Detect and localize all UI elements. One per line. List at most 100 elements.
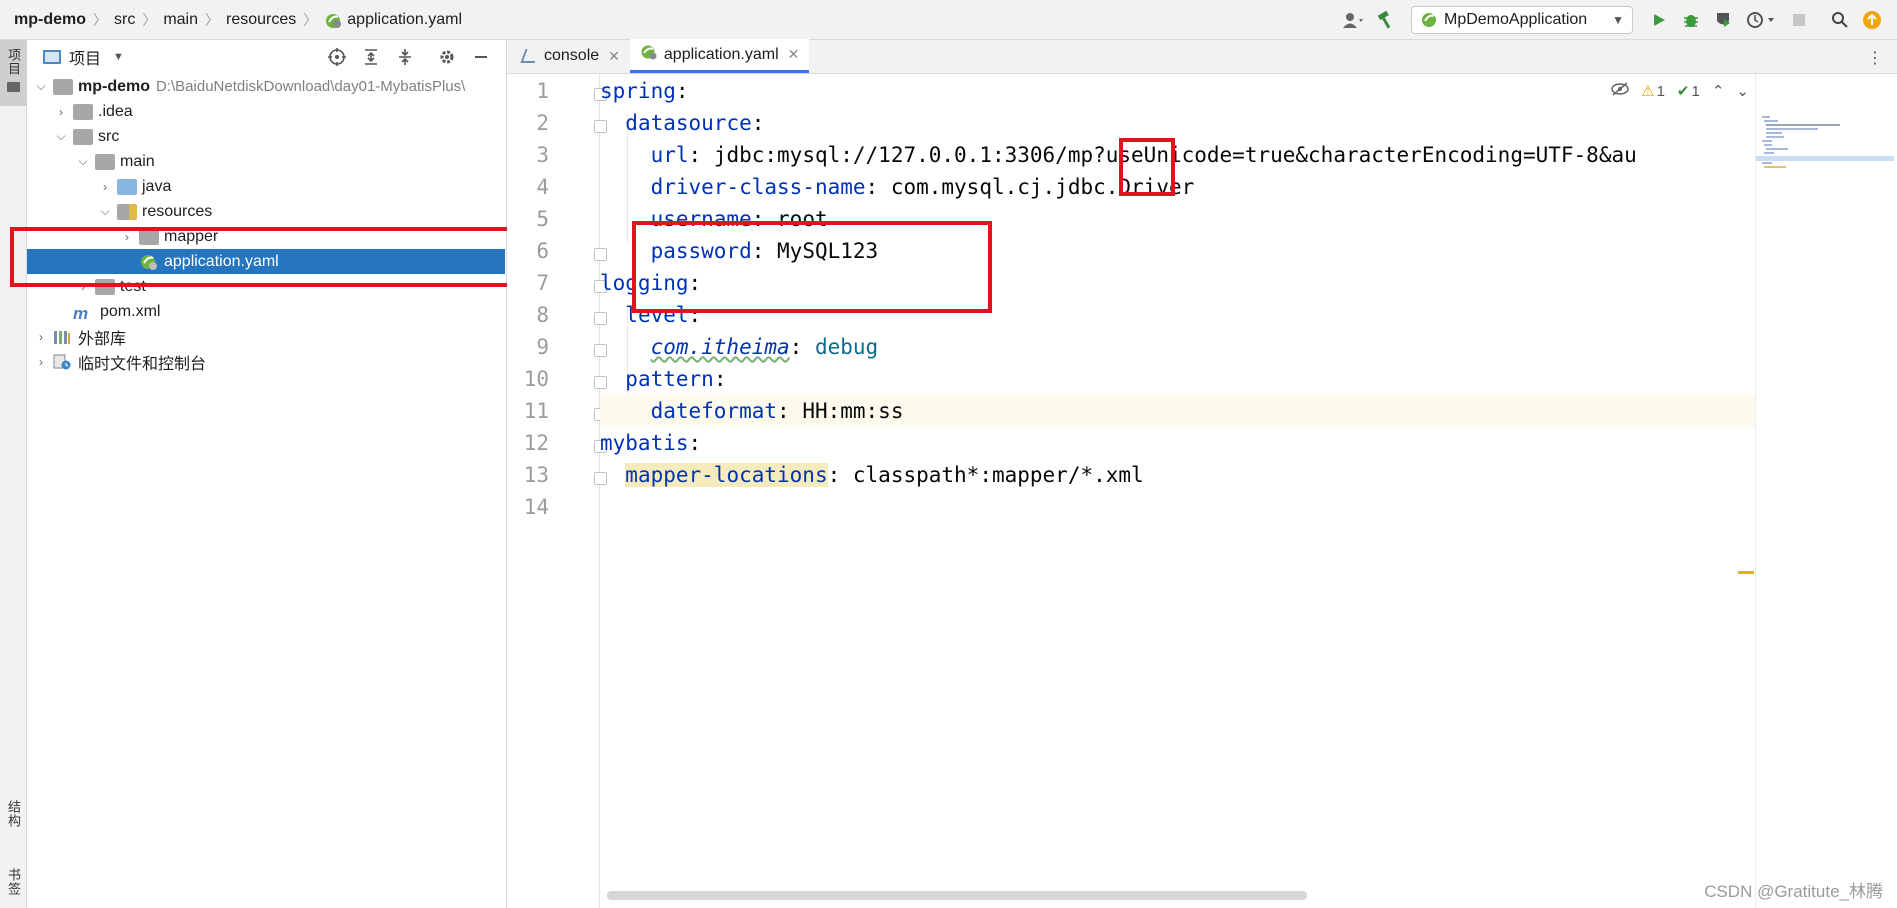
chevron-down-icon[interactable]: ▼ [113,51,124,63]
line-number: 3 [536,143,549,167]
close-icon[interactable]: ✕ [608,48,620,65]
folder-icon [73,128,93,145]
chevron-right-icon[interactable]: › [119,229,135,245]
minimap-line [1766,148,1788,150]
search-icon[interactable] [1829,9,1851,31]
line-number: 14 [523,495,549,519]
tool-tab-bookmarks-label: 书签 [6,868,21,896]
tree-item-label: mapper [164,227,219,245]
debug-icon[interactable] [1680,9,1702,31]
breadcrumb-project[interactable]: mp-demo [14,11,86,29]
gear-icon[interactable] [436,46,458,68]
editor-area: console ✕ application.yaml ✕ ⋮ ⚠ 1 ✔ 1 ⌃… [507,39,1897,908]
tree-item-pom-xml[interactable]: m pom.xml [27,299,505,324]
project-panel-header: 项目 ▼ [27,40,506,74]
yaml-key: com.itheima [650,335,790,359]
maven-icon: m [73,303,89,323]
tree-item-label: main [120,152,155,170]
stop-icon[interactable] [1788,9,1810,31]
tree-item-mapper[interactable]: › mapper [27,224,505,249]
tree-item-idea[interactable]: › .idea [27,99,505,124]
minimap-line [1764,152,1774,154]
breadcrumb-resources[interactable]: resources [226,11,296,29]
colon: : [865,175,891,199]
code-line-11: dateformat: HH:mm:ss [600,395,1762,427]
collapse-all-icon[interactable] [394,46,416,68]
chevron-down-icon[interactable]: ⌵ [75,154,91,170]
colon: : [675,79,689,103]
project-panel-title[interactable]: 项目 [69,45,101,69]
spring-boot-icon [1422,13,1436,27]
minimap-line [1762,162,1772,164]
tree-item-scratches[interactable]: › 临时文件和控制台 [27,349,505,374]
minimap[interactable] [1755,74,1895,908]
code-line-13: mapper-locations: classpath*:mapper/*.xm… [600,459,1762,491]
line-number: 12 [523,431,549,455]
code-line-6: password: MySQL123 [600,235,1762,267]
tree-item-root-label: mp-demo [78,77,150,95]
more-options-icon[interactable]: ⋮ [1867,48,1883,68]
locate-icon[interactable] [326,46,348,68]
chevron-right-icon[interactable]: › [33,354,49,370]
run-icon[interactable] [1648,9,1670,31]
chevron-down-icon[interactable]: ⌵ [33,79,49,95]
tab-application-yaml[interactable]: application.yaml ✕ [629,39,810,73]
code-line-7: logging: [600,267,1762,299]
tree-item-test[interactable]: › test [27,274,505,299]
tree-item-main[interactable]: ⌵ main [27,149,505,174]
tool-tab-project[interactable]: 项目 [0,40,27,106]
chevron-right-icon[interactable]: › [97,179,113,195]
breadcrumb-src[interactable]: src [114,11,135,29]
expand-all-icon[interactable] [360,46,382,68]
horizontal-scrollbar[interactable] [607,891,1307,900]
tree-item-application-yaml[interactable]: application.yaml [27,249,505,274]
chevron-right-icon[interactable]: › [75,279,91,295]
minimize-icon[interactable] [470,46,492,68]
line-number: 11 [523,399,549,423]
yaml-key: mybatis [600,431,689,455]
tool-tab-structure[interactable]: 结构 [0,800,27,856]
profile-icon[interactable] [1744,9,1778,31]
scratch-icon [53,354,73,370]
colon: : [688,143,714,167]
code-line-1: spring: [600,75,1762,107]
chevron-right-icon[interactable]: › [53,104,69,120]
line-number: 5 [536,207,549,231]
tool-tab-structure-label: 结构 [6,800,21,828]
tree-item-label: resources [142,202,213,220]
update-icon[interactable] [1861,9,1883,31]
toolbar: MpDemoApplication ▼ [1337,0,1897,40]
code-line-12: mybatis: [600,427,1762,459]
code-line-5: username: root [600,203,1762,235]
run-configuration-select[interactable]: MpDemoApplication ▼ [1411,6,1633,34]
breadcrumb-file[interactable]: application.yaml [347,11,462,29]
breadcrumb-main[interactable]: main [163,11,198,29]
folder-icon [73,103,93,120]
module-folder-icon [53,78,73,95]
build-hammer-icon[interactable] [1374,9,1396,31]
resources-folder-icon [117,203,137,220]
tree-item-root[interactable]: ⌵ mp-demo D:\BaiduNetdiskDownload\day01-… [27,74,505,99]
chevron-down-icon[interactable]: ⌵ [53,129,69,145]
tree-item-label: java [142,177,172,195]
tree-item-java[interactable]: › java [27,174,505,199]
chevron-down-icon[interactable]: ⌵ [97,204,113,220]
coverage-icon[interactable] [1712,9,1734,31]
tree-item-src[interactable]: ⌵ src [27,124,505,149]
code-line-2: datasource: [600,107,1762,139]
code-line-8: level: [600,299,1762,331]
tool-tab-bookmarks[interactable]: 书签 [0,868,27,908]
tab-console[interactable]: console ✕ [513,39,630,73]
chevron-right-icon[interactable]: › [33,329,49,345]
yaml-key: pattern [625,367,714,391]
yaml-file-icon [139,253,159,271]
project-panel-tools [320,40,498,74]
close-icon[interactable]: ✕ [788,46,800,63]
yaml-value: MySQL123 [777,239,879,263]
tree-item-external-libraries[interactable]: › 外部库 [27,324,505,349]
console-icon [520,49,540,63]
code-editor[interactable]: spring: datasource: url: jdbc:mysql://12… [600,74,1762,908]
tree-item-resources[interactable]: ⌵ resources [27,199,505,224]
yaml-value: HH:mm:ss [802,399,904,423]
user-icon[interactable] [1342,9,1364,31]
